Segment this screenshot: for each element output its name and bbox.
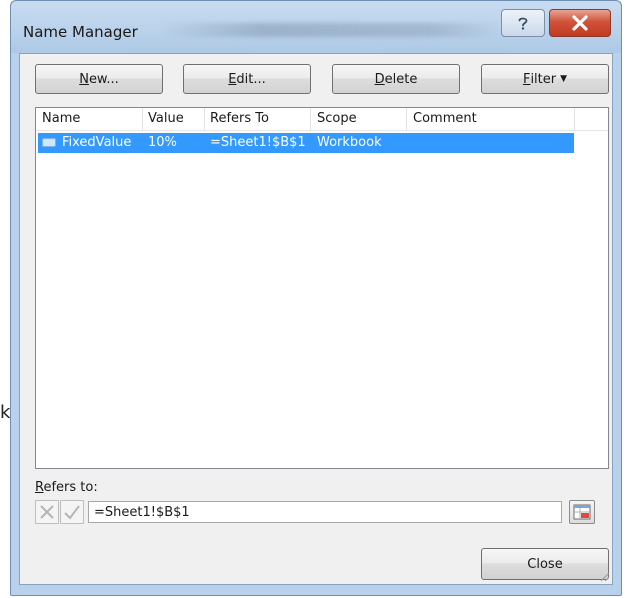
names-list[interactable]: Name Value Refers To Scope Comment Fixed… — [35, 107, 609, 469]
title-bar[interactable]: Name Manager — [11, 1, 621, 53]
defined-name-icon — [42, 138, 56, 147]
filter-button[interactable]: Filter ▼ — [481, 64, 609, 94]
filter-mnemonic: F — [522, 71, 531, 87]
dropdown-arrow-icon: ▼ — [560, 74, 568, 84]
help-button[interactable] — [501, 9, 545, 37]
resize-grip-icon[interactable] — [598, 570, 610, 582]
column-divider[interactable] — [406, 108, 407, 130]
column-divider[interactable] — [142, 108, 143, 130]
confirm-check-icon — [64, 505, 80, 520]
dialog-title: Name Manager — [23, 23, 138, 41]
confirm-edit-button[interactable] — [60, 500, 84, 524]
refers-to-input[interactable]: =Sheet1!$B$1 — [88, 501, 562, 523]
refers-to-label-text: efers to: — [43, 480, 98, 495]
column-header-comment[interactable]: Comment — [413, 111, 477, 126]
edit-label: dit... — [236, 71, 266, 87]
column-divider[interactable] — [310, 108, 311, 130]
table-row[interactable]: FixedValue 10% =Sheet1!$B$1 Workbook — [38, 133, 574, 153]
new-mnemonic: N — [79, 71, 89, 87]
cell-value: 10% — [148, 135, 177, 150]
cancel-x-icon — [40, 505, 54, 519]
range-select-icon — [573, 504, 591, 520]
column-header-name[interactable]: Name — [42, 111, 80, 126]
column-divider[interactable] — [204, 108, 205, 130]
delete-button[interactable]: Delete — [332, 64, 460, 94]
collapse-dialog-button[interactable] — [569, 500, 595, 524]
column-header-refers-to[interactable]: Refers To — [210, 111, 269, 126]
new-button[interactable]: New... — [35, 64, 163, 94]
close-window-button[interactable] — [549, 9, 611, 37]
refers-to-label: Refers to: — [35, 480, 98, 495]
filter-label: ilter — [530, 71, 557, 87]
cancel-edit-button[interactable] — [35, 500, 59, 524]
column-header-value[interactable]: Value — [148, 111, 184, 126]
dialog-client-area: New... Edit... Delete Filter ▼ Name Value… — [19, 53, 613, 585]
cell-refers-to: =Sheet1!$B$1 — [210, 135, 306, 150]
close-button[interactable]: Close — [481, 548, 609, 580]
edit-mnemonic: E — [228, 71, 237, 87]
delete-label: elete — [384, 71, 418, 87]
list-header: Name Value Refers To Scope Comment — [36, 108, 608, 131]
column-header-scope[interactable]: Scope — [317, 111, 357, 126]
close-icon — [572, 15, 588, 31]
edit-button[interactable]: Edit... — [183, 64, 311, 94]
blurred-background-text — [161, 23, 501, 37]
background-text: k — [0, 402, 11, 423]
column-divider[interactable] — [574, 108, 575, 130]
help-icon — [518, 17, 528, 30]
cell-name: FixedValue — [62, 135, 132, 150]
new-label: ew... — [88, 71, 119, 87]
name-manager-dialog: Name Manager New... Edit... Delete Filte… — [10, 0, 622, 596]
delete-mnemonic: D — [374, 71, 385, 87]
cell-scope: Workbook — [317, 135, 382, 150]
